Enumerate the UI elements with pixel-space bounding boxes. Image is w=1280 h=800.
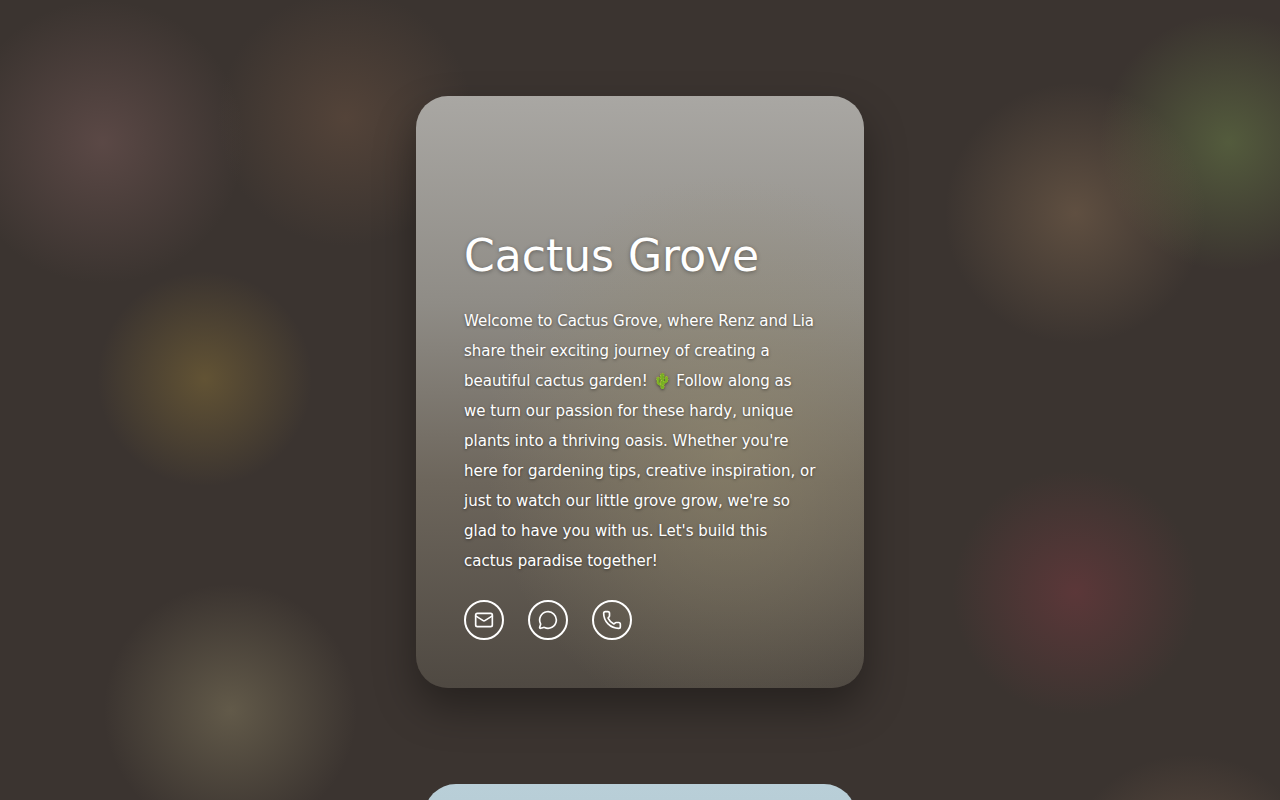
message-button[interactable]: [528, 600, 568, 640]
phone-icon: [602, 610, 622, 630]
profile-card: Cactus Grove Welcome to Cactus Grove, whe…: [416, 96, 864, 688]
profile-title: Cactus Grove: [464, 230, 816, 282]
profile-bio: Welcome to Cactus Grove, where Renz and …: [464, 306, 816, 576]
next-card-photo: [424, 784, 856, 800]
chat-bubble-icon: [538, 610, 558, 630]
mail-icon: [474, 610, 494, 630]
contact-buttons: [464, 600, 816, 640]
phone-button[interactable]: [592, 600, 632, 640]
email-button[interactable]: [464, 600, 504, 640]
page: Cactus Grove Welcome to Cactus Grove, whe…: [0, 0, 1280, 800]
